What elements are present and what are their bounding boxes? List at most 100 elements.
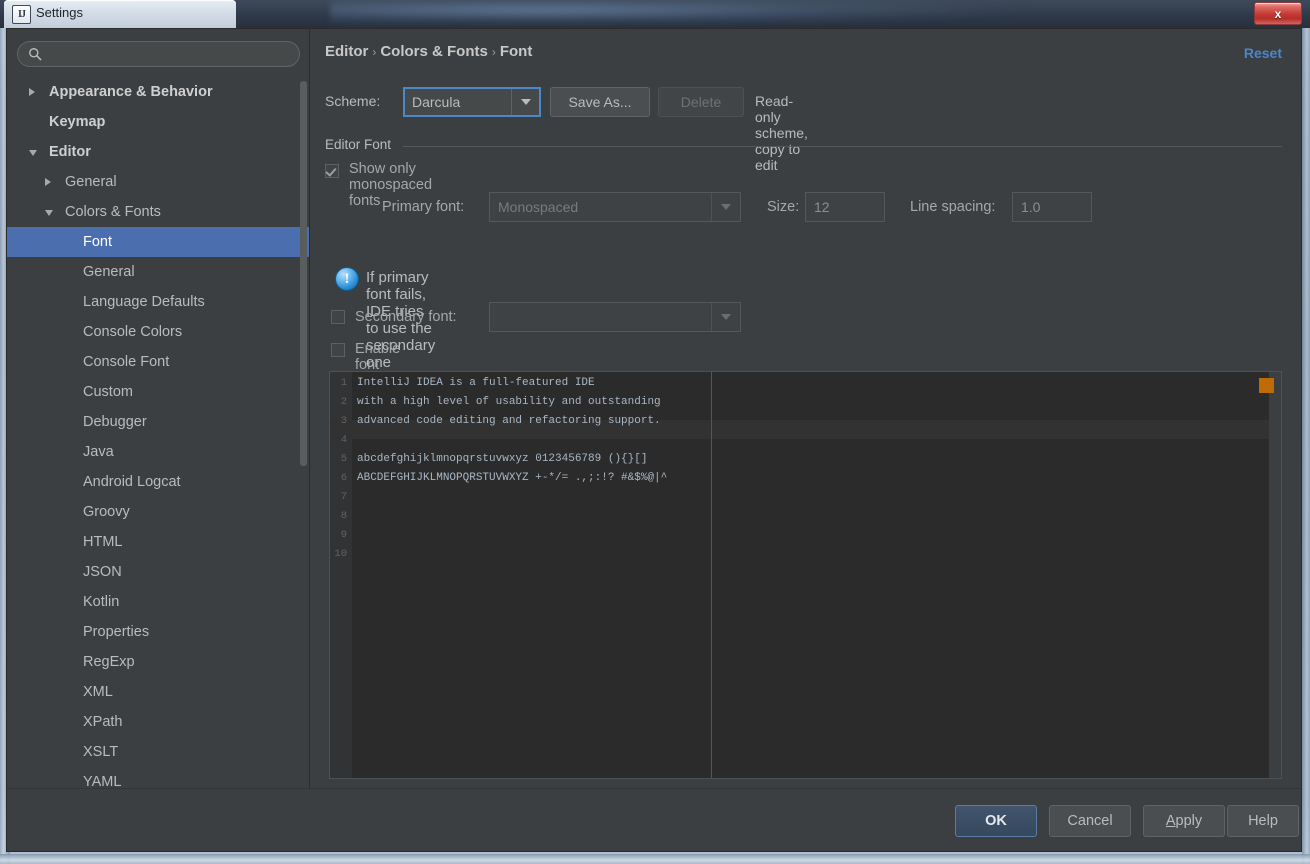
breadcrumb-item[interactable]: Font	[500, 43, 532, 60]
secondary-font-dropdown	[489, 302, 741, 332]
chevron-down-icon[interactable]	[45, 210, 53, 216]
sidebar-item-label: Java	[83, 444, 114, 460]
preview-code-line: 9	[330, 526, 1281, 545]
sidebar-item-console-colors[interactable]: Console Colors	[7, 317, 309, 347]
settings-tree[interactable]: Appearance & Behavior Keymap Editor General…	[7, 77, 309, 787]
primary-font-value: Monospaced	[498, 199, 579, 215]
search-input[interactable]	[17, 41, 300, 67]
preview-code-line: 4	[330, 431, 1281, 450]
sidebar-item-label: HTML	[83, 534, 123, 550]
breadcrumb-item[interactable]: Editor	[325, 43, 368, 60]
close-icon[interactable]: x	[1254, 2, 1302, 25]
sidebar-item-font[interactable]: Font	[7, 227, 309, 257]
help-button[interactable]: Help	[1227, 805, 1299, 837]
chevron-down-icon	[711, 303, 740, 331]
chevron-down-icon	[511, 89, 539, 115]
sidebar-item-language-defaults[interactable]: Language Defaults	[7, 287, 309, 317]
font-ligatures-checkbox[interactable]	[331, 343, 345, 357]
title-bar: IJ Settings x	[0, 0, 1310, 28]
editor-marker-gutter[interactable]	[1259, 372, 1281, 778]
apply-label-rest: pply	[1175, 813, 1203, 829]
ok-button[interactable]: OK	[955, 805, 1037, 837]
save-as-button[interactable]: Save As...	[550, 87, 650, 117]
breadcrumb: Editor › Colors & Fonts › Font	[325, 43, 532, 60]
sidebar-item-general[interactable]: General	[7, 257, 309, 287]
sidebar-item-label: General	[65, 174, 117, 190]
chevron-right-icon[interactable]	[29, 88, 35, 96]
title-bar-sheen	[330, 0, 1030, 26]
sidebar-item-label: Editor	[49, 144, 91, 160]
sidebar-item-xml[interactable]: XML	[7, 677, 309, 707]
line-number: 6	[340, 472, 347, 484]
sidebar-item-console-font[interactable]: Console Font	[7, 347, 309, 377]
primary-font-row: Primary font: Monospaced Size: 12 Line s…	[325, 192, 1282, 222]
sidebar-item-java[interactable]: Java	[7, 437, 309, 467]
sidebar-item-label: Android Logcat	[83, 474, 181, 490]
sidebar-item-yaml[interactable]: YAML	[7, 767, 309, 787]
sidebar-item-general[interactable]: General	[7, 167, 309, 197]
apply-button[interactable]: Apply	[1143, 805, 1225, 837]
sidebar-item-custom[interactable]: Custom	[7, 377, 309, 407]
preview-code-line: 10	[330, 545, 1281, 564]
delete-button: Delete	[658, 87, 744, 117]
chevron-down-icon[interactable]	[29, 150, 37, 156]
window-title: Settings	[36, 5, 83, 20]
sidebar-item-xpath[interactable]: XPath	[7, 707, 309, 737]
breadcrumb-separator: ›	[491, 45, 496, 59]
sidebar-item-label: Font	[83, 234, 113, 250]
preview-code-line: 6 ABCDEFGHIJKLMNOPQRSTUVWXYZ +-*/= .,;:!?…	[330, 469, 1281, 488]
scheme-label: Scheme:	[325, 93, 381, 109]
info-exclamation-icon: !	[335, 267, 359, 291]
sidebar-item-editor[interactable]: Editor	[7, 137, 309, 167]
sidebar-item-keymap[interactable]: Keymap	[7, 107, 309, 137]
sidebar-item-properties[interactable]: Properties	[7, 617, 309, 647]
scheme-dropdown[interactable]: Darcula	[403, 87, 541, 117]
group-separator-line	[403, 146, 1282, 147]
chevron-right-icon[interactable]	[45, 178, 51, 186]
window-frame: IJ Settings x Appearance & Behavior Keyma…	[0, 0, 1310, 864]
sidebar-scrollbar-thumb[interactable]	[300, 81, 307, 466]
editor-font-group: Editor Font Show only monospaced fonts P…	[325, 137, 1282, 227]
sidebar-item-groovy[interactable]: Groovy	[7, 497, 309, 527]
font-preview-editor[interactable]: 1 IntelliJ IDEA is a full-featured IDE 2 wi…	[329, 371, 1282, 779]
sidebar-item-label: Appearance & Behavior	[49, 84, 213, 100]
primary-font-dropdown: Monospaced	[489, 192, 741, 222]
line-number: 9	[340, 529, 347, 541]
apply-mnemonic: A	[1165, 813, 1176, 829]
sidebar-item-colors-fonts[interactable]: Colors & Fonts	[7, 197, 309, 227]
line-text: advanced code editing and refactoring su…	[357, 415, 661, 427]
sidebar-item-label: Debugger	[83, 414, 147, 430]
sidebar-item-label: RegExp	[83, 654, 135, 670]
line-number: 2	[340, 396, 347, 408]
sidebar-item-xslt[interactable]: XSLT	[7, 737, 309, 767]
cancel-button[interactable]: Cancel	[1049, 805, 1131, 837]
reset-link[interactable]: Reset	[1244, 45, 1282, 61]
sidebar-item-label: General	[83, 264, 135, 280]
breadcrumb-separator: ›	[372, 45, 377, 59]
settings-sidebar: Appearance & Behavior Keymap Editor General…	[7, 29, 310, 789]
preview-code-line: 2 with a high level of usability and outs…	[330, 393, 1281, 412]
sidebar-item-debugger[interactable]: Debugger	[7, 407, 309, 437]
font-size-input: 12	[805, 192, 885, 222]
breadcrumb-item[interactable]: Colors & Fonts	[380, 43, 488, 60]
sidebar-item-label: XPath	[83, 714, 123, 730]
window-frame-right-edge	[1302, 0, 1310, 864]
sidebar-item-appearance-behavior[interactable]: Appearance & Behavior	[7, 77, 309, 107]
sidebar-item-label: Properties	[83, 624, 150, 640]
primary-font-label: Primary font:	[382, 199, 465, 215]
line-text: IntelliJ IDEA is a full-featured IDE	[357, 377, 595, 389]
sidebar-item-label: Language Defaults	[83, 294, 205, 310]
sidebar-item-kotlin[interactable]: Kotlin	[7, 587, 309, 617]
scheme-selected-value: Darcula	[412, 94, 461, 110]
preview-code-line: 3 advanced code editing and refactoring s…	[330, 412, 1281, 431]
sidebar-item-json[interactable]: JSON	[7, 557, 309, 587]
secondary-font-checkbox[interactable]	[331, 310, 345, 324]
sidebar-item-android-logcat[interactable]: Android Logcat	[7, 467, 309, 497]
sidebar-item-label: Custom	[83, 384, 133, 400]
sidebar-item-html[interactable]: HTML	[7, 527, 309, 557]
show-monospaced-checkbox[interactable]	[325, 164, 339, 178]
preview-code-line: 1 IntelliJ IDEA is a full-featured IDE	[330, 374, 1281, 393]
sidebar-item-regexp[interactable]: RegExp	[7, 647, 309, 677]
line-text: with a high level of usability and outst…	[357, 396, 661, 408]
editor-marker-square[interactable]	[1259, 378, 1274, 393]
